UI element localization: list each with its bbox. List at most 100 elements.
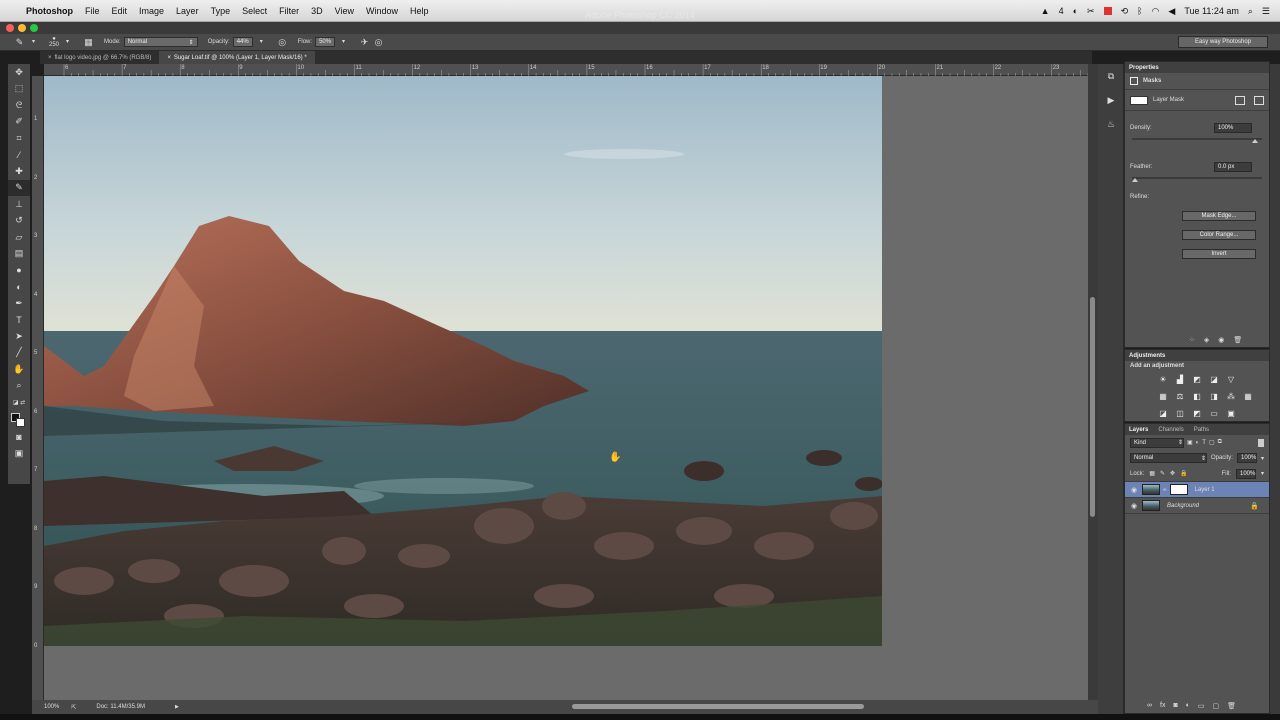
disable-mask-icon[interactable]: ◉: [1218, 336, 1224, 344]
filter-pixel-icon[interactable]: ▣: [1187, 439, 1193, 446]
selective-color-icon[interactable]: ▣: [1223, 405, 1239, 421]
airbrush-icon[interactable]: ✈: [359, 37, 370, 48]
flow-field[interactable]: 50%: [315, 37, 336, 47]
document-image[interactable]: ✋: [44, 76, 882, 646]
healing-brush-tool-icon[interactable]: ✚: [8, 163, 30, 180]
feather-field[interactable]: 0.0 px: [1214, 162, 1252, 172]
pressure-size-icon[interactable]: ◎: [373, 37, 384, 48]
levels-icon[interactable]: ▟: [1172, 371, 1188, 387]
layer-style-icon[interactable]: fx: [1160, 702, 1165, 710]
opacity-dropdown-icon[interactable]: ▾: [256, 37, 267, 48]
mask-edge-button[interactable]: Mask Edge...: [1182, 211, 1256, 221]
layer-row-background[interactable]: ◉ Background 🔒: [1125, 498, 1269, 514]
filter-shape-icon[interactable]: ▢: [1209, 439, 1215, 446]
brush-size-picker[interactable]: ● 250: [49, 36, 59, 48]
lock-all-icon[interactable]: 🔒: [1180, 470, 1187, 477]
link-layers-icon[interactable]: ∞: [1147, 702, 1152, 710]
close-tab-icon[interactable]: ×: [48, 55, 52, 61]
default-colors-icon[interactable]: ◪ ⇄: [8, 394, 30, 411]
lock-image-icon[interactable]: ✎: [1160, 470, 1165, 477]
vibrance-icon[interactable]: ▽: [1223, 371, 1239, 387]
layer-name[interactable]: Layer 1: [1195, 487, 1215, 493]
threshold-icon[interactable]: ◩: [1189, 405, 1205, 421]
zoom-tool-icon[interactable]: ⌕: [8, 378, 30, 395]
tab-sugar-loaf[interactable]: × Sugar Loaf.tif @ 100% (Layer 1, Layer …: [159, 51, 315, 64]
hue-saturation-icon[interactable]: ▦: [1155, 388, 1171, 404]
layer-mask-thumbnail[interactable]: [1169, 484, 1188, 495]
horizontal-scroll-thumb[interactable]: [572, 704, 864, 709]
brush-panel-toggle-icon[interactable]: ▦: [83, 37, 94, 48]
add-vector-mask-icon[interactable]: [1235, 95, 1245, 105]
opacity-field[interactable]: 44%: [232, 37, 253, 47]
invert-adj-icon[interactable]: ◪: [1155, 405, 1171, 421]
dodge-tool-icon[interactable]: ◐: [8, 279, 30, 296]
preset-dropdown-icon[interactable]: ▾: [28, 37, 39, 48]
history-panel-icon[interactable]: ⧉: [1098, 64, 1124, 88]
delete-mask-icon[interactable]: 🗑: [1233, 336, 1242, 344]
clone-stamp-tool-icon[interactable]: ⊥: [8, 196, 30, 213]
photo-filter-icon[interactable]: ◨: [1206, 388, 1222, 404]
crop-tool-icon[interactable]: ⌗: [8, 130, 30, 147]
new-layer-icon[interactable]: ▢: [1213, 702, 1220, 710]
blur-tool-icon[interactable]: ●: [8, 262, 30, 279]
brush-tool-icon[interactable]: ✎: [8, 179, 30, 196]
export-icon[interactable]: ⇱: [71, 704, 76, 711]
feather-knob[interactable]: [1132, 178, 1138, 182]
pen-tool-icon[interactable]: ✒: [8, 295, 30, 312]
layer-row-layer-1[interactable]: ◉ ∞ Layer 1: [1125, 482, 1269, 498]
eyedropper-tool-icon[interactable]: ⁄: [8, 147, 30, 164]
load-selection-icon[interactable]: ⁘: [1189, 336, 1195, 344]
density-field[interactable]: 100%: [1214, 123, 1252, 133]
add-mask-icon[interactable]: ◙: [1173, 702, 1177, 710]
status-menu-icon[interactable]: ▶: [175, 704, 179, 710]
adjustments-title[interactable]: Adjustments: [1129, 353, 1165, 359]
color-range-button[interactable]: Color Range...: [1182, 230, 1256, 240]
layer-opacity-field[interactable]: 100%: [1236, 453, 1257, 463]
fill-dropdown-icon[interactable]: ▾: [1261, 470, 1264, 477]
eye-icon[interactable]: ◉: [1129, 502, 1139, 510]
filter-adjustment-icon[interactable]: ◐: [1196, 440, 1200, 446]
filter-type-icon[interactable]: T: [1202, 440, 1206, 446]
properties-title[interactable]: Properties: [1129, 65, 1159, 71]
kind-filter-select[interactable]: Kind ⇕: [1130, 437, 1184, 448]
close-window-icon[interactable]: [6, 24, 14, 32]
blend-mode-select[interactable]: Normal ⇕: [1130, 453, 1207, 463]
lock-transparent-icon[interactable]: ▦: [1149, 470, 1155, 477]
invert-button[interactable]: Invert: [1182, 249, 1256, 259]
history-brush-tool-icon[interactable]: ↺: [8, 213, 30, 230]
pressure-opacity-icon[interactable]: ◎: [277, 37, 288, 48]
feather-slider[interactable]: [1132, 177, 1262, 182]
brush-tool-preset-icon[interactable]: ✎: [14, 37, 25, 48]
vertical-scroll-thumb[interactable]: [1090, 297, 1095, 517]
channel-mixer-icon[interactable]: ⁂: [1223, 388, 1239, 404]
workspace-switcher[interactable]: Easy way Photoshop: [1178, 36, 1268, 48]
curves-icon[interactable]: ◩: [1189, 371, 1205, 387]
canvas-area[interactable]: ✋: [44, 76, 1088, 700]
add-pixel-mask-icon[interactable]: [1254, 95, 1264, 105]
layer-name[interactable]: Background: [1167, 503, 1199, 509]
color-swatches[interactable]: [8, 411, 30, 429]
lock-position-icon[interactable]: ✥: [1170, 470, 1175, 477]
zoom-window-icon[interactable]: [30, 24, 38, 32]
fill-field[interactable]: 100%: [1235, 468, 1256, 479]
marquee-tool-icon[interactable]: ⬚: [8, 81, 30, 98]
hand-tool-icon[interactable]: ✋: [8, 361, 30, 378]
screen-mode-icon[interactable]: ▣: [8, 445, 30, 462]
filter-smart-icon[interactable]: ⧉: [1218, 439, 1222, 446]
brush-presets-icon[interactable]: ♨: [1098, 112, 1124, 136]
vertical-scrollbar[interactable]: [1088, 64, 1098, 700]
brightness-icon[interactable]: ☀: [1155, 371, 1171, 387]
type-tool-icon[interactable]: T: [8, 312, 30, 329]
background-color-swatch[interactable]: [16, 417, 25, 427]
gradient-tool-icon[interactable]: ▤: [8, 246, 30, 263]
color-lookup-icon[interactable]: ▦: [1240, 388, 1256, 404]
color-balance-icon[interactable]: ⚖: [1172, 388, 1188, 404]
tab-channels[interactable]: Channels: [1158, 427, 1183, 433]
minimize-window-icon[interactable]: [18, 24, 26, 32]
path-selection-tool-icon[interactable]: ➤: [8, 328, 30, 345]
exposure-icon[interactable]: ◪: [1206, 371, 1222, 387]
density-knob[interactable]: [1252, 139, 1258, 143]
zoom-level[interactable]: 100%: [44, 704, 59, 710]
delete-layer-icon[interactable]: 🗑: [1227, 702, 1236, 710]
line-tool-icon[interactable]: ╱: [8, 345, 30, 362]
